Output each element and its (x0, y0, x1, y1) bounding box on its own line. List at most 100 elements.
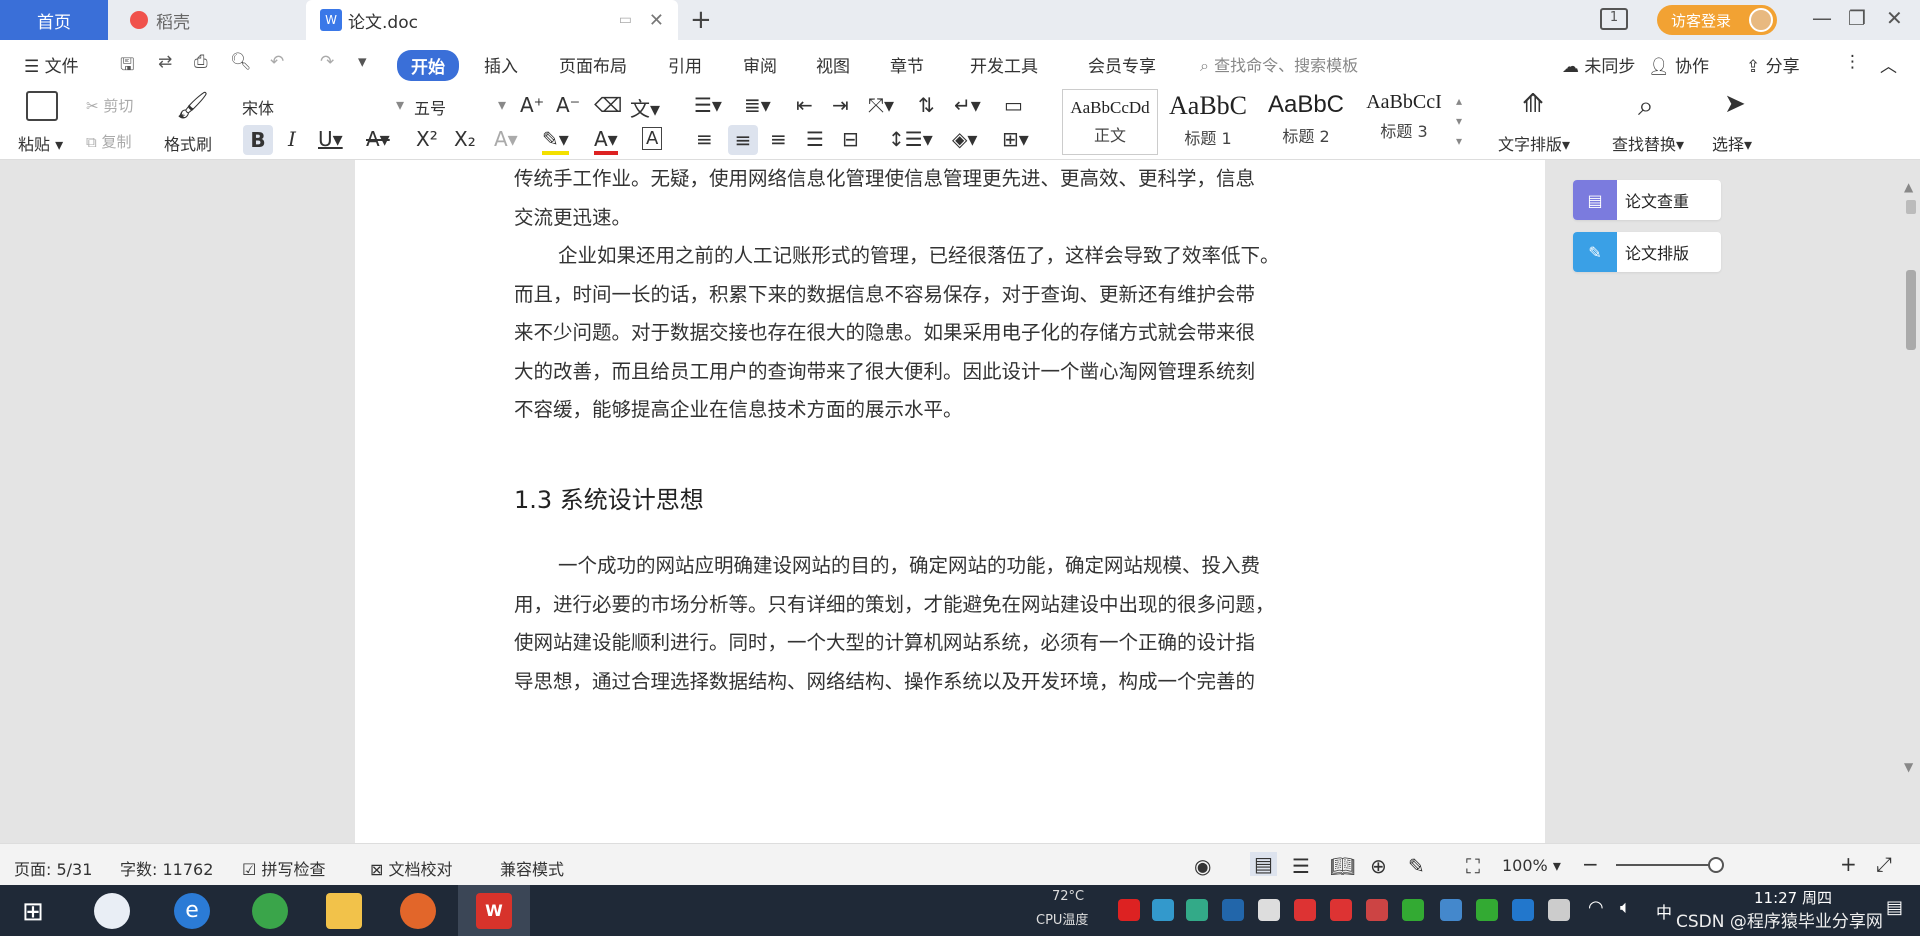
undo-icon[interactable]: ↶ (270, 52, 284, 72)
superscript-button[interactable]: X² (416, 127, 438, 151)
tab-document[interactable]: W 论文.doc ▭ ✕ (306, 0, 678, 40)
justify-icon[interactable]: ☰ (806, 127, 824, 151)
bluetooth-icon[interactable] (1512, 899, 1534, 921)
chinese-layout-icon[interactable]: ⤧▾ (868, 93, 894, 117)
collapse-ribbon-icon[interactable]: ︿ (1880, 52, 1897, 77)
tray-icon[interactable] (1366, 899, 1388, 921)
collab-button[interactable]: 👤︎ 协作 (1648, 52, 1709, 77)
print-icon[interactable]: ⎙ (194, 52, 208, 72)
char-border-button[interactable]: A (642, 127, 663, 150)
distribute-icon[interactable]: ⊟ (842, 127, 859, 151)
subscript-button[interactable]: X₂ (454, 127, 476, 151)
menu-chapter[interactable]: 章节 (890, 52, 924, 77)
more-dropdown-icon[interactable]: ▾ (358, 52, 367, 72)
highlight-button[interactable]: ✎▾ (542, 127, 569, 155)
phonetic-icon[interactable]: 文▾ (630, 93, 660, 122)
italic-button[interactable]: I (288, 127, 296, 151)
ie-browser-icon[interactable]: e (174, 893, 210, 929)
bold-button[interactable]: B (243, 125, 273, 155)
decrease-indent-icon[interactable]: ⇤ (796, 93, 813, 117)
page-view-button[interactable]: 1 (1600, 8, 1628, 30)
page-mode-icon[interactable]: ▤ (1250, 852, 1277, 876)
menu-references[interactable]: 引用 (668, 52, 702, 77)
preview-icon[interactable]: 🔍︎ (230, 52, 252, 72)
grow-font-icon[interactable]: A⁺ (520, 93, 544, 117)
save-icon[interactable]: 🖫 (120, 52, 134, 81)
zoom-in-icon[interactable]: + (1840, 852, 1857, 876)
word-count[interactable]: 字数: 11762 (120, 856, 213, 880)
clock[interactable]: 11:27 周四 (1754, 887, 1832, 908)
browser-icon[interactable] (252, 893, 288, 929)
underline-button[interactable]: U▾ (318, 127, 343, 151)
align-right-icon[interactable]: ≡ (770, 127, 787, 151)
font-color-button[interactable]: A▾ (594, 127, 618, 155)
tab-daoke[interactable]: 稻壳 (110, 0, 302, 40)
shrink-font-icon[interactable]: A⁻ (556, 93, 580, 117)
eye-protection-icon[interactable]: ◉ (1194, 854, 1211, 878)
scroll-down-icon[interactable]: ▼ (1904, 760, 1913, 774)
restore-icon[interactable]: ❐ (1848, 6, 1866, 30)
show-marks-icon[interactable]: ↵▾ (954, 93, 981, 117)
align-left-icon[interactable]: ≡ (696, 127, 713, 151)
menu-member[interactable]: 会员专享 (1088, 52, 1156, 77)
scroll-thumb[interactable] (1906, 270, 1916, 350)
shading-icon[interactable]: ◈▾ (952, 127, 977, 151)
increase-indent-icon[interactable]: ⇥ (832, 93, 849, 117)
share-doc-icon[interactable]: ⇄ (158, 52, 172, 72)
zoom-slider-track[interactable] (1616, 864, 1716, 866)
app-icon-1[interactable] (94, 893, 130, 929)
write-mode-icon[interactable]: ✎ (1408, 854, 1425, 878)
copy-button[interactable]: ⧉ 复制 (86, 131, 132, 152)
zoom-slider-handle[interactable] (1708, 857, 1724, 873)
reading-mode-icon[interactable]: 📖︎ (1330, 854, 1355, 878)
scroll-thumb-top[interactable] (1906, 200, 1916, 214)
more-options-icon[interactable]: ⋮ (1844, 52, 1861, 72)
file-explorer-icon[interactable] (326, 893, 362, 929)
menu-page-layout[interactable]: 页面布局 (559, 52, 627, 77)
outline-mode-icon[interactable]: ☰ (1292, 854, 1310, 878)
tray-icon[interactable] (1402, 899, 1424, 921)
tab-home[interactable]: 首页 (0, 0, 108, 40)
text-effect-button[interactable]: A▾ (494, 127, 518, 151)
tray-icon[interactable] (1118, 899, 1140, 921)
find-replace-button[interactable]: 查找替换▾ (1612, 131, 1684, 155)
menu-view[interactable]: 视图 (816, 52, 850, 77)
minimize-icon[interactable]: — (1812, 6, 1832, 30)
fullscreen-icon[interactable]: ⤢ (1876, 852, 1892, 876)
nvidia-icon[interactable] (1476, 899, 1498, 921)
volume-icon[interactable]: 🔈︎ (1620, 897, 1631, 918)
redo-icon[interactable]: ↷ (320, 52, 334, 72)
tray-icon[interactable] (1152, 899, 1174, 921)
web-mode-icon[interactable]: ⊕ (1370, 854, 1387, 878)
line-spacing-icon[interactable]: ↕☰▾ (888, 127, 933, 151)
thesis-check-button[interactable]: ▤ 论文查重 (1573, 180, 1721, 220)
style-normal[interactable]: AaBbCcDd 正文 (1062, 89, 1158, 155)
notification-icon[interactable]: ▤ (1886, 897, 1903, 918)
sync-status[interactable]: ☁ 未同步 (1562, 52, 1635, 77)
menu-start[interactable]: 开始 (397, 50, 459, 81)
ruler-icon[interactable]: ▭ (1004, 93, 1023, 117)
proofread-button[interactable]: ⊠ 文档校对 (370, 856, 453, 880)
command-search-input[interactable]: ⌕ 查找命令、搜索模板 (1200, 52, 1358, 76)
app-icon-2[interactable] (400, 893, 436, 929)
paste-button[interactable] (26, 91, 58, 121)
cut-button[interactable]: ✂ 剪切 (86, 95, 133, 116)
tray-icon[interactable] (1330, 899, 1352, 921)
close-tab-icon[interactable]: ✕ (649, 10, 664, 31)
text-layout-button[interactable]: 文字排版▾ (1498, 131, 1570, 155)
file-menu[interactable]: ☰ 文件 (24, 52, 79, 77)
wifi-icon[interactable]: ◠ (1588, 897, 1604, 918)
strikethrough-button[interactable]: A▾ (366, 127, 390, 151)
windows-start-icon[interactable]: ⊞ (22, 897, 44, 927)
battery-icon[interactable] (1548, 899, 1570, 921)
share-button[interactable]: ⇪ 分享 (1746, 52, 1800, 77)
thesis-layout-button[interactable]: ✎ 论文排版 (1573, 232, 1721, 272)
menu-insert[interactable]: 插入 (484, 52, 518, 77)
close-window-icon[interactable]: ✕ (1886, 6, 1903, 30)
menu-review[interactable]: 审阅 (743, 52, 777, 77)
shield-icon[interactable] (1222, 899, 1244, 921)
borders-icon[interactable]: ⊞▾ (1002, 127, 1029, 151)
scroll-up-icon[interactable]: ▲ (1904, 180, 1913, 194)
numbered-list-icon[interactable]: ≣▾ (744, 93, 771, 117)
style-heading-2[interactable]: AaBbC 标题 2 (1258, 91, 1354, 147)
